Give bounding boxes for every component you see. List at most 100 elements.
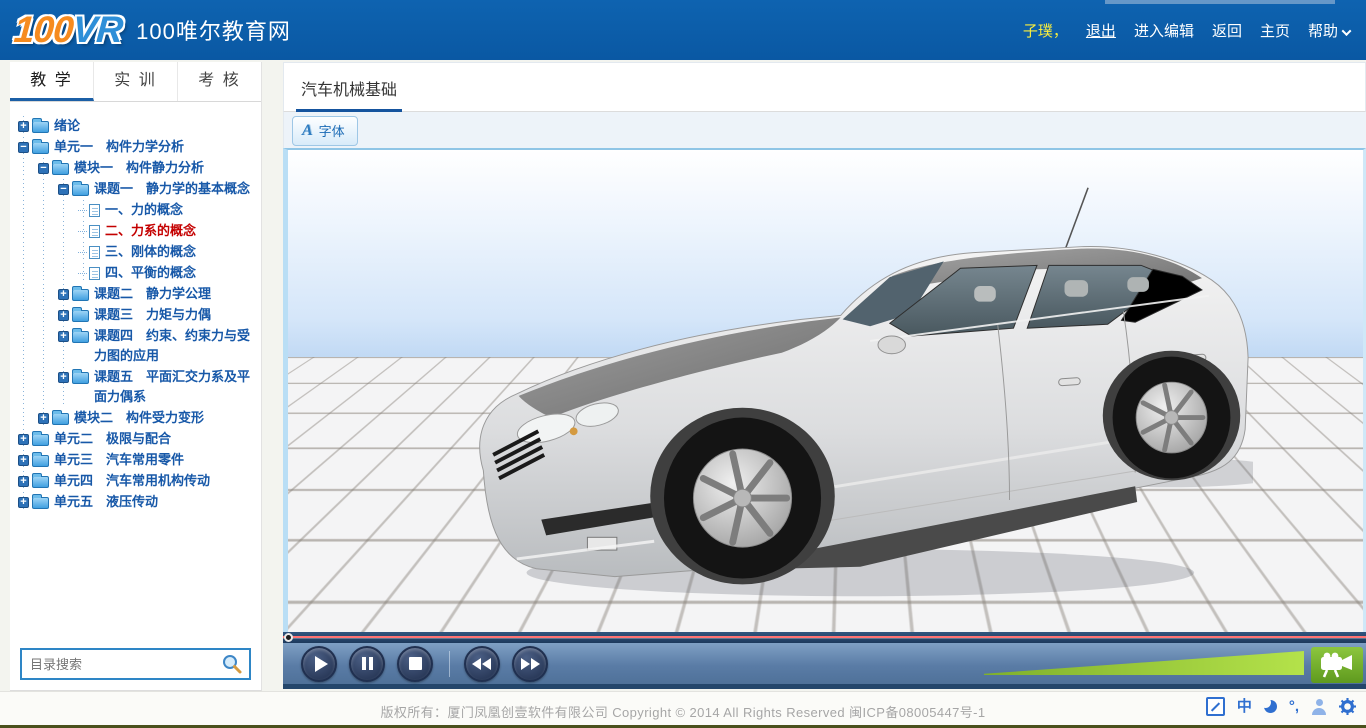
play-button[interactable] (301, 646, 337, 682)
tree-item-label[interactable]: 三、刚体的概念 (105, 242, 196, 262)
camera-button[interactable] (1311, 647, 1363, 683)
folder-icon (72, 184, 89, 196)
tree-item-folder[interactable]: + 绪论 (12, 116, 259, 136)
page: 100VR 100唯尔教育网 子璞， 退出 进入编辑 返回 主页 帮助 教 学 … (0, 0, 1366, 728)
site-title: 100唯尔教育网 (136, 14, 291, 46)
tree-item-folder[interactable]: + 课题二 静力学公理 (12, 284, 259, 304)
tree-item-label[interactable]: 单元三 汽车常用零件 (54, 450, 184, 470)
tree-item-doc[interactable]: 二、力系的概念 (12, 221, 259, 241)
tree-item-label[interactable]: 单元五 液压传动 (54, 492, 158, 512)
home-link[interactable]: 主页 (1260, 20, 1290, 41)
punctuation-icon[interactable]: °, (1289, 697, 1299, 716)
tree-item-folder[interactable]: + 单元三 汽车常用零件 (12, 450, 259, 470)
fullwidth-moon-icon[interactable] (1264, 700, 1277, 713)
chevron-down-icon (1342, 26, 1352, 36)
logo-100-text: 100 (13, 9, 75, 50)
tree-item-label[interactable]: 绪论 (54, 116, 80, 136)
user-icon[interactable] (1311, 699, 1327, 715)
course-tree: +绪论−单元一 构件力学分析−模块一 构件静力分析−课题一 静力学的基本概念一、… (10, 106, 261, 638)
tree-item-label[interactable]: 一、力的概念 (105, 200, 183, 220)
tree-collapse-icon[interactable]: − (58, 184, 69, 195)
tab-course-title[interactable]: 汽车机械基础 (296, 76, 402, 112)
tree-item-folder[interactable]: + 课题三 力矩与力偶 (12, 305, 259, 325)
rewind-icon (472, 658, 492, 670)
tree-item-label[interactable]: 二、力系的概念 (105, 221, 196, 241)
tree-item-folder[interactable]: + 单元二 极限与配合 (12, 429, 259, 449)
fast-forward-button[interactable] (512, 646, 548, 682)
folder-icon (72, 372, 89, 384)
tree-item-label[interactable]: 课题四 约束、约束力与受力图的应用 (94, 326, 259, 366)
tree-expand-icon[interactable]: + (18, 497, 29, 508)
back-link[interactable]: 返回 (1212, 20, 1242, 41)
tree-expand-icon[interactable]: + (58, 310, 69, 321)
tree-expand-icon[interactable]: + (58, 372, 69, 383)
font-button[interactable]: A 字体 (292, 116, 358, 146)
tree-item-label[interactable]: 课题一 静力学的基本概念 (94, 179, 250, 199)
tree-item-label[interactable]: 课题五 平面汇交力系及平面力偶系 (94, 367, 259, 407)
timeline[interactable] (283, 632, 1366, 643)
tree-item-label[interactable]: 课题三 力矩与力偶 (94, 305, 211, 325)
tree-expand-icon[interactable]: + (58, 289, 69, 300)
search-input[interactable] (22, 657, 221, 672)
timeline-handle[interactable] (284, 633, 293, 642)
tab-teaching[interactable]: 教 学 (10, 62, 94, 101)
tree-item-folder[interactable]: − 单元一 构件力学分析 (12, 137, 259, 157)
tree-item-label[interactable]: 四、平衡的概念 (105, 263, 196, 283)
tree-item-doc[interactable]: 四、平衡的概念 (12, 263, 259, 283)
logo-100vr[interactable]: 100VR (13, 9, 124, 51)
help-link[interactable]: 帮助 (1308, 20, 1350, 41)
tree-item-folder[interactable]: − 课题一 静力学的基本概念 (12, 179, 259, 199)
folder-icon (72, 310, 89, 322)
tree-item-folder[interactable]: − 模块一 构件静力分析 (12, 158, 259, 178)
volume-wedge[interactable] (984, 651, 1304, 675)
logo-vr-text: VR (71, 9, 123, 50)
viewer-3d[interactable] (283, 148, 1366, 632)
sidebar-tabs: 教 学 实 训 考 核 (10, 62, 261, 102)
pause-button[interactable] (349, 646, 385, 682)
tree-item-folder[interactable]: + 单元五 液压传动 (12, 492, 259, 512)
app-header: 100VR 100唯尔教育网 子璞， 退出 进入编辑 返回 主页 帮助 (0, 0, 1366, 60)
tree-item-label[interactable]: 单元一 构件力学分析 (54, 137, 184, 157)
tree-item-folder[interactable]: + 单元四 汽车常用机构传动 (12, 471, 259, 491)
tree-expand-icon[interactable]: + (58, 331, 69, 342)
chinese-mode-icon[interactable]: 中 (1237, 697, 1252, 716)
tree-expand-icon[interactable]: + (38, 413, 49, 424)
search-icon[interactable] (221, 653, 243, 675)
document-icon (89, 246, 100, 259)
tree-item-folder[interactable]: + 课题五 平面汇交力系及平面力偶系 (12, 367, 259, 407)
folder-icon (72, 289, 89, 301)
tree-item-folder[interactable]: + 模块二 构件受力变形 (12, 408, 259, 428)
folder-icon (52, 163, 69, 175)
tree-expand-icon[interactable]: + (18, 121, 29, 132)
tab-assessment[interactable]: 考 核 (178, 62, 261, 101)
folder-icon (32, 434, 49, 446)
enter-edit-link[interactable]: 进入编辑 (1134, 20, 1194, 41)
tree-collapse-icon[interactable]: − (38, 163, 49, 174)
tree-item-doc[interactable]: 三、刚体的概念 (12, 242, 259, 262)
folder-icon (32, 142, 49, 154)
tree-item-label[interactable]: 单元四 汽车常用机构传动 (54, 471, 210, 491)
font-button-label: 字体 (319, 121, 345, 140)
tree-item-label[interactable]: 模块一 构件静力分析 (74, 158, 204, 178)
tree-item-label[interactable]: 模块二 构件受力变形 (74, 408, 204, 428)
tree-item-label[interactable]: 单元二 极限与配合 (54, 429, 171, 449)
rewind-button[interactable] (464, 646, 500, 682)
folder-icon (32, 455, 49, 467)
ime-indicator-icon[interactable] (1206, 697, 1225, 716)
tree-collapse-icon[interactable]: − (18, 142, 29, 153)
player-controls (283, 643, 1366, 689)
tree-expand-icon[interactable]: + (18, 476, 29, 487)
logout-link[interactable]: 退出 (1086, 20, 1116, 41)
ime-toolbar: 中 °, (1206, 697, 1356, 716)
tree-item-folder[interactable]: + 课题四 约束、约束力与受力图的应用 (12, 326, 259, 366)
catalog-search-box (20, 648, 251, 680)
tree-item-doc[interactable]: 一、力的概念 (12, 200, 259, 220)
stop-button[interactable] (397, 646, 433, 682)
tab-training[interactable]: 实 训 (94, 62, 178, 101)
folder-icon (32, 497, 49, 509)
tree-expand-icon[interactable]: + (18, 455, 29, 466)
tree-item-label[interactable]: 课题二 静力学公理 (94, 284, 211, 304)
settings-gear-icon[interactable] (1339, 698, 1356, 715)
tree-expand-icon[interactable]: + (18, 434, 29, 445)
header-nav: 子璞， 退出 进入编辑 返回 主页 帮助 (1023, 0, 1350, 60)
